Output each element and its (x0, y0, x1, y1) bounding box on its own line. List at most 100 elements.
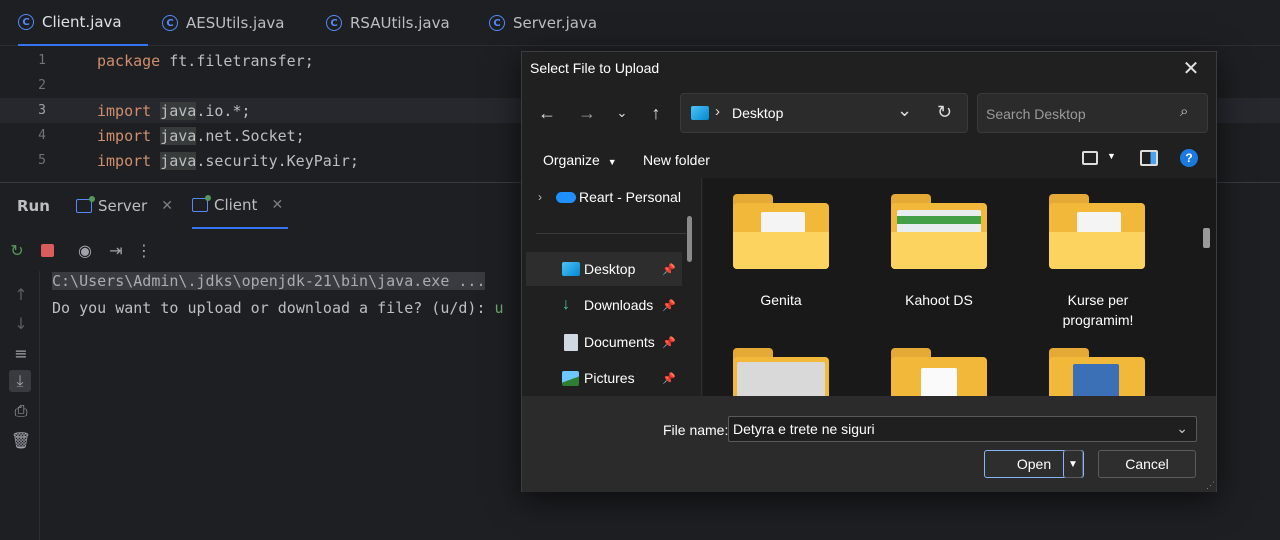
view-icon[interactable] (1082, 151, 1098, 165)
print-icon[interactable]: ⎙ (10, 400, 32, 422)
close-icon[interactable]: ✕ (271, 197, 283, 213)
nav-item-downloads[interactable]: ↓ Downloads 📌 (526, 288, 682, 322)
camera-icon[interactable]: ◉ (74, 239, 96, 261)
chevron-down-icon[interactable]: ⌄ (897, 100, 912, 121)
run-config-icon (192, 195, 211, 212)
folder-icon[interactable] (891, 194, 987, 272)
resize-grip-icon[interactable]: ⋰ (1206, 480, 1215, 491)
search-box[interactable]: Search Desktop ⌕ (977, 93, 1208, 133)
documents-icon (564, 333, 578, 351)
folder-label[interactable]: Kahoot DS (864, 290, 1014, 310)
dialog-footer: File name: Detyra e trete ne siguri ⌄ Op… (522, 396, 1216, 492)
keyword: import (97, 151, 152, 170)
pin-icon: 📌 (662, 299, 676, 312)
scrollbar-thumb[interactable] (1203, 228, 1210, 248)
file-name-label: File name: (663, 422, 729, 438)
folder-icon[interactable] (1049, 348, 1145, 396)
soft-wrap-icon[interactable]: ≡ (10, 342, 32, 364)
code-text: ft.filetransfer; (160, 51, 314, 70)
folder-icon[interactable] (1049, 194, 1145, 272)
line-number: 3 (38, 103, 46, 118)
arrow-up-icon[interactable]: ↑ (10, 283, 32, 305)
tab-client-java[interactable]: C Client.java (18, 0, 148, 46)
address-location: Desktop (732, 105, 784, 121)
divider (536, 233, 686, 234)
line-number: 5 (38, 153, 46, 168)
chevron-down-icon[interactable]: ⌄ (608, 99, 636, 127)
nav-item-documents[interactable]: Documents 📌 (526, 325, 682, 359)
pictures-icon (562, 370, 579, 386)
c-class-icon: C (18, 14, 34, 30)
navigation-pane: › Reart - Personal Desktop 📌 ↓ Downloads… (522, 178, 702, 396)
code-text: .io.*; (196, 101, 251, 120)
run-panel-title: Run (17, 183, 50, 229)
scrollbar-thumb[interactable] (687, 216, 692, 262)
code-text: java (160, 126, 197, 145)
folder-icon[interactable] (733, 194, 829, 272)
back-arrow-icon[interactable]: ← (533, 99, 561, 127)
more-options-icon[interactable]: ⋮ (133, 239, 155, 261)
open-dropdown-button[interactable]: ▼ (1063, 450, 1083, 478)
new-folder-button[interactable]: New folder (643, 152, 710, 168)
caret-down-icon[interactable]: ▼ (1107, 151, 1116, 161)
trash-icon[interactable]: 🗑 (10, 429, 32, 451)
breadcrumb-separator: › (715, 103, 720, 120)
preview-pane-icon[interactable] (1140, 150, 1158, 166)
tab-label: RSAUtils.java (350, 14, 450, 32)
console-output-line: Do you want to upload or download a file… (52, 299, 504, 317)
nav-item-desktop[interactable]: Desktop 📌 (526, 252, 682, 286)
file-name-value: Detyra e trete ne siguri (733, 421, 875, 437)
pin-icon: 📌 (662, 263, 676, 276)
cloud-icon (556, 191, 576, 203)
caret-down-icon: ▼ (1068, 458, 1078, 470)
download-icon: ↓ (562, 296, 570, 313)
up-arrow-icon[interactable]: ↑ (642, 99, 670, 127)
refresh-icon[interactable]: ↻ (937, 102, 952, 123)
nav-item-onedrive[interactable]: › Reart - Personal (526, 180, 682, 214)
stop-icon[interactable] (36, 239, 58, 261)
help-icon[interactable]: ? (1180, 149, 1198, 167)
exit-icon[interactable]: ⇥ (105, 239, 127, 261)
run-tab-client[interactable]: Client ✕ (192, 183, 288, 229)
file-name-input[interactable]: Detyra e trete ne siguri ⌄ (728, 416, 1197, 442)
rerun-icon[interactable]: ↻ (6, 239, 28, 261)
scroll-to-end-icon[interactable]: ⤓ (9, 370, 31, 392)
console-user-input: u (494, 299, 504, 317)
console-command-line: C:\Users\Admin\.jdks\openjdk-21\bin\java… (52, 272, 486, 290)
keyword: import (97, 126, 152, 145)
folder-label[interactable]: Kurse per programim! (1023, 290, 1173, 330)
organize-button[interactable]: Organize ▼ (543, 152, 617, 168)
folder-icon[interactable] (891, 348, 987, 396)
tab-server-java[interactable]: C Server.java (489, 0, 597, 46)
run-tab-server[interactable]: Server ✕ (76, 183, 173, 229)
tab-label: AESUtils.java (186, 14, 285, 32)
address-bar[interactable]: › Desktop ⌄ ↻ (680, 93, 968, 133)
forward-arrow-icon[interactable]: → (573, 99, 601, 127)
file-list-view: Genita Kahoot DS Kurse per programim! (703, 178, 1216, 396)
search-icon: ⌕ (1180, 103, 1189, 120)
run-tab-label: Server (98, 197, 148, 215)
arrow-down-icon[interactable]: ↓ (10, 312, 32, 334)
nav-item-pictures[interactable]: Pictures 📌 (526, 361, 682, 395)
tab-rsautils-java[interactable]: C RSAUtils.java (326, 0, 450, 46)
close-icon[interactable]: ✕ (161, 198, 173, 214)
close-icon[interactable]: ✕ (1177, 54, 1205, 82)
pin-icon: 📌 (662, 372, 676, 385)
chevron-right-icon[interactable]: › (538, 190, 542, 204)
line-number: 4 (38, 128, 46, 143)
c-class-icon: C (489, 15, 505, 31)
command-bar: Organize ▼ New folder ▼ ? (522, 144, 1216, 178)
run-tab-label: Client (214, 196, 258, 214)
run-title-label: Run (17, 197, 50, 215)
tab-aesutils-java[interactable]: C AESUtils.java (162, 0, 284, 46)
code-text: java (160, 101, 197, 120)
cancel-button[interactable]: Cancel (1098, 450, 1196, 478)
dialog-title: Select File to Upload (530, 60, 660, 76)
line-number: 2 (38, 78, 46, 93)
folder-label[interactable]: Genita (706, 290, 856, 310)
console-prompt: Do you want to upload or download a file… (52, 299, 495, 317)
keyword: package (97, 51, 161, 70)
file-open-dialog: Select File to Upload ✕ ← → ⌄ ↑ › Deskto… (521, 51, 1217, 492)
chevron-down-icon[interactable]: ⌄ (1176, 420, 1188, 437)
folder-icon[interactable] (733, 348, 829, 396)
